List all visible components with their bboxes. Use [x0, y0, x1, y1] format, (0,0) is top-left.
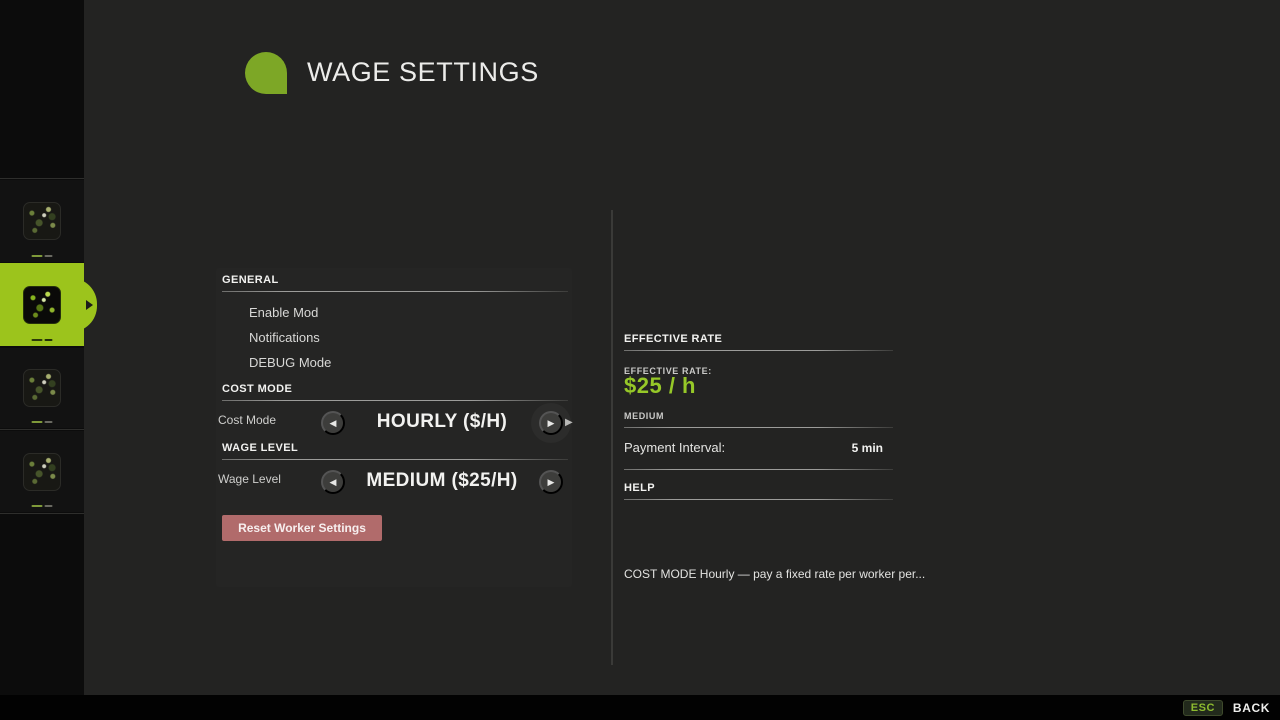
mod-caption [32, 339, 53, 341]
section-title-effective-rate: EFFECTIVE RATE [624, 333, 722, 345]
wage-level-prev-button[interactable]: ◀ [321, 470, 345, 494]
wage-level-value: MEDIUM ($25/H) [352, 470, 532, 492]
sidebar-divider [0, 178, 84, 179]
setting-item-enable-mod[interactable]: Enable Mod [249, 305, 318, 320]
footer-bar: ESC BACK [0, 695, 1280, 720]
section-underline [624, 469, 893, 470]
wage-level-badge: MEDIUM [624, 411, 664, 421]
section-underline [222, 459, 568, 460]
selection-arrow-icon [86, 300, 93, 310]
wage-level-next-button[interactable]: ▶ [539, 470, 563, 494]
section-title-general: GENERAL [222, 274, 279, 286]
setting-item-notifications[interactable]: Notifications [249, 330, 320, 345]
back-button[interactable]: BACK [1233, 701, 1270, 715]
payment-interval-value: 5 min [852, 441, 883, 455]
mod-caption [32, 255, 53, 257]
mod-thumbnail-icon [23, 453, 61, 491]
mod-thumbnail-icon [23, 286, 61, 324]
page-title: WAGE SETTINGS [307, 57, 539, 88]
wage-settings-screen: WAGE SETTINGS GENERAL Enable Mod Notific… [0, 0, 1280, 720]
sidebar-item-mod-4[interactable] [0, 431, 84, 512]
cost-mode-label: Cost Mode [218, 413, 276, 427]
section-underline [222, 291, 568, 292]
cost-mode-value: HOURLY ($/H) [352, 411, 532, 433]
section-underline [624, 350, 893, 351]
mod-leaf-icon [245, 52, 287, 94]
setting-item-debug-mode[interactable]: DEBUG Mode [249, 355, 331, 370]
sidebar-divider [0, 429, 84, 430]
sidebar-item-mod-2-selected[interactable] [0, 263, 84, 346]
section-title-cost-mode: COST MODE [222, 383, 292, 395]
sidebar-divider [0, 513, 84, 514]
sidebar-item-mod-1[interactable] [0, 180, 84, 262]
mod-sidebar [0, 0, 84, 720]
section-underline [624, 427, 893, 428]
cost-mode-next-button[interactable]: ▶ [539, 411, 563, 435]
esc-key-badge[interactable]: ESC [1183, 700, 1223, 716]
mouse-cursor-icon: ▶ [565, 417, 573, 428]
section-underline [624, 499, 893, 500]
panel-divider [611, 210, 613, 665]
cost-mode-prev-button[interactable]: ◀ [321, 411, 345, 435]
effective-rate-value: $25 / h [624, 373, 696, 399]
mod-caption [32, 505, 53, 507]
help-description: COST MODE Hourly — pay a fixed rate per … [624, 567, 925, 581]
sidebar-item-mod-3[interactable] [0, 348, 84, 428]
mod-thumbnail-icon [23, 202, 61, 240]
reset-worker-settings-button[interactable]: Reset Worker Settings [222, 515, 382, 541]
mod-caption [32, 421, 53, 423]
section-title-wage-level: WAGE LEVEL [222, 442, 298, 454]
selection-bump [71, 278, 97, 332]
mod-thumbnail-icon [23, 369, 61, 407]
section-title-help: HELP [624, 482, 655, 494]
section-underline [222, 400, 568, 401]
payment-interval-label: Payment Interval: [624, 440, 725, 455]
wage-level-label: Wage Level [218, 472, 281, 486]
